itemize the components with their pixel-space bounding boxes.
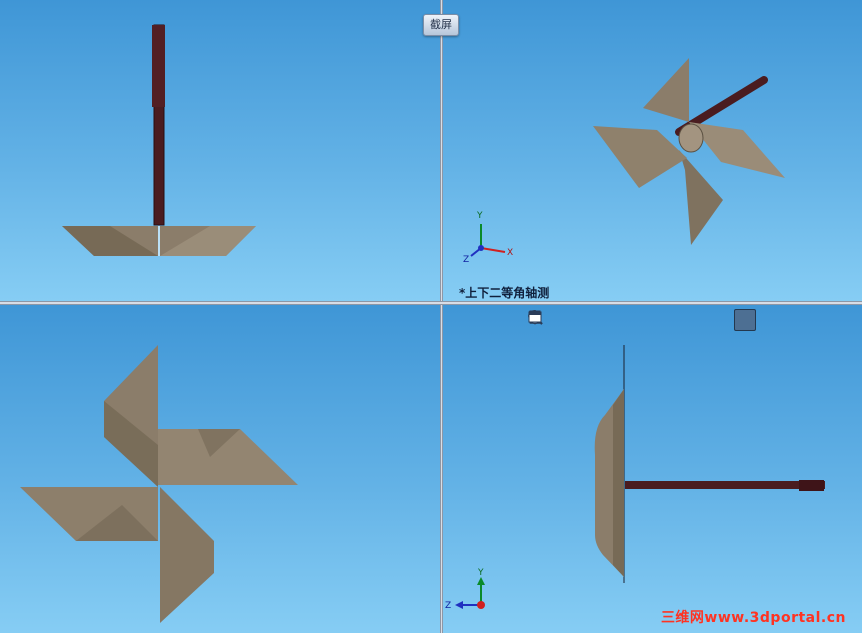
triad-z-label: Z	[463, 255, 469, 265]
blade-bottom	[679, 150, 723, 245]
blade-profile-shade	[613, 389, 624, 577]
triad: Y X Z	[463, 211, 513, 265]
triad-z-label: Z	[445, 601, 451, 611]
viewport-axial[interactable]	[0, 305, 440, 633]
triad-y-label: Y	[476, 211, 483, 221]
watermark: 三维网www.3dportal.cn	[660, 610, 846, 626]
hub	[678, 123, 704, 153]
blade-top	[643, 58, 689, 122]
viewport-top[interactable]: Y Z 三维网www.3dportal.cn	[443, 305, 862, 633]
viewport-divider-vertical[interactable]	[440, 0, 443, 633]
blade-bottom	[160, 487, 214, 623]
pinwheel-front-model	[62, 24, 256, 256]
pinwheel-axial-model	[20, 345, 298, 623]
blade-left	[593, 126, 687, 188]
view-orientation-label: *上下二等角轴测	[459, 286, 550, 300]
triad-y-label: Y	[477, 568, 484, 578]
screenshot-button[interactable]: 截屏	[423, 14, 459, 36]
blade-right	[689, 122, 785, 178]
pinwheel-top-model: Y Z	[445, 345, 825, 611]
viewport-divider-horizontal[interactable]	[0, 301, 862, 305]
viewport-isometric[interactable]: Y X Z *上下二等角轴测	[443, 0, 862, 301]
pinwheel-iso-model: Y X Z	[463, 58, 785, 265]
triad-x-label: X	[507, 248, 513, 258]
shaft-tip	[152, 25, 165, 107]
shaft	[625, 481, 825, 489]
viewport-front[interactable]	[0, 0, 440, 301]
shaft-end	[799, 480, 824, 491]
triad: Y Z	[445, 568, 485, 611]
